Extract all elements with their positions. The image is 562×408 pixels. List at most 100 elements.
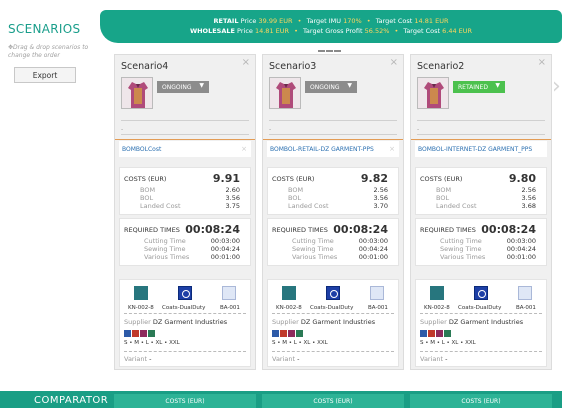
color-chips <box>272 330 304 337</box>
divider <box>115 139 255 140</box>
export-button[interactable]: Export <box>14 67 76 83</box>
color-chip <box>420 330 427 337</box>
description-value: - <box>269 126 272 133</box>
color-chip <box>124 330 131 337</box>
landed-cost-value: 3.68 <box>521 202 536 210</box>
retail-price: 39.99 EUR <box>258 17 293 25</box>
close-icon[interactable]: × <box>241 145 247 153</box>
material-label: BA-001 <box>220 305 240 311</box>
status-dropdown[interactable]: ONGOING ▼ <box>157 81 209 93</box>
cutting-time-label: Cutting Time <box>292 237 334 245</box>
material-label: BA-001 <box>368 305 388 311</box>
thread-swatch[interactable] <box>178 286 192 300</box>
divider <box>272 351 394 352</box>
carousel-pager[interactable] <box>318 46 344 52</box>
cost-model-link[interactable]: BOMBOL-INTERNET-DZ GARMENT_PPS <box>415 141 547 157</box>
retail-target-imu-label: Target IMU <box>306 17 342 25</box>
landed-cost-label: Landed Cost <box>288 202 329 210</box>
fabric-swatch[interactable] <box>430 286 444 300</box>
label-swatch[interactable] <box>518 286 532 300</box>
sewing-time-label: Sewing Time <box>292 245 334 253</box>
bom-value: 2.60 <box>225 186 240 194</box>
color-chip <box>436 330 443 337</box>
chevron-down-icon: ▼ <box>347 82 352 89</box>
divider <box>263 139 403 140</box>
divider <box>417 120 545 121</box>
cutting-time-value: 00:03:00 <box>358 237 388 245</box>
materials-box: KN-002-8 Coats-DualDuty BA-001 Supplier … <box>119 279 251 367</box>
supplier: Supplier DZ Garment Industries <box>124 318 228 326</box>
various-times-label: Various Times <box>292 253 338 261</box>
label-swatch[interactable] <box>370 286 384 300</box>
times-total: 00:08:24 <box>481 223 536 236</box>
material-label: Coats-DualDuty <box>310 305 354 311</box>
cost-model-link[interactable]: BOMBOL-RETAIL-DZ GARMENT-PPS × <box>267 141 399 157</box>
garment-thumbnail <box>269 77 301 109</box>
color-chip <box>280 330 287 337</box>
close-icon[interactable]: × <box>242 57 250 68</box>
status-dropdown[interactable]: RETAINED ▼ <box>453 81 505 93</box>
bol-value: 3.56 <box>225 194 240 202</box>
retail-target-cost-label: Target Cost <box>375 17 413 25</box>
divider <box>269 120 397 121</box>
cost-model-link[interactable]: BOMBOLCost × <box>119 141 251 157</box>
variant: Variant - <box>420 355 448 363</box>
scenario-name: Scenario2 <box>417 61 465 72</box>
various-times-label: Various Times <box>144 253 190 261</box>
bom-value: 2.56 <box>373 186 388 194</box>
fabric-swatch[interactable] <box>134 286 148 300</box>
times-label: REQUIRED TIMES <box>420 226 476 234</box>
bom-value: 2.56 <box>521 186 536 194</box>
landed-cost-value: 3.70 <box>373 202 388 210</box>
wholesale-target-cost: 6.44 EUR <box>442 27 473 35</box>
close-icon[interactable]: × <box>538 57 546 68</box>
status-dropdown[interactable]: ONGOING ▼ <box>305 81 357 93</box>
color-chips <box>124 330 156 337</box>
costs-label: COSTS (EUR) <box>420 175 463 183</box>
times-total: 00:08:24 <box>185 223 240 236</box>
close-icon[interactable]: × <box>389 145 395 153</box>
comparator-costs-tab[interactable]: COSTS (EUR) <box>114 394 256 408</box>
divider <box>124 313 246 314</box>
sewing-time-label: Sewing Time <box>144 245 186 253</box>
price-target-bar: RETAIL Price 39.99 EUR • Target IMU 170%… <box>100 10 562 43</box>
comparator-title[interactable]: COMPARATOR <box>34 395 108 406</box>
times-label: REQUIRED TIMES <box>124 226 180 234</box>
cutting-time-value: 00:03:00 <box>506 237 536 245</box>
material-label: KN-002-8 <box>276 305 302 311</box>
comparator-costs-tab[interactable]: COSTS (EUR) <box>410 394 552 408</box>
divider <box>121 120 249 121</box>
costs-label: COSTS (EUR) <box>272 175 315 183</box>
various-times-value: 00:01:00 <box>210 253 240 261</box>
size-range: S • M • L • XL • XXL <box>124 340 180 346</box>
comparator-costs-tab[interactable]: COSTS (EUR) <box>262 394 404 408</box>
costs-box: COSTS (EUR) 9.82 BOM 2.56 BOL 3.56 Landed … <box>267 167 399 215</box>
chevron-right-icon[interactable]: › <box>552 74 561 99</box>
color-chip <box>428 330 435 337</box>
fabric-swatch[interactable] <box>282 286 296 300</box>
supplier: Supplier DZ Garment Industries <box>272 318 376 326</box>
close-icon[interactable]: × <box>390 57 398 68</box>
thread-swatch[interactable] <box>326 286 340 300</box>
scenario-card[interactable]: Scenario4 × ONGOING ▼ - BOMBOLCost × COSTS… <box>114 54 256 370</box>
bol-label: BOL <box>436 194 450 202</box>
various-times-label: Various Times <box>440 253 486 261</box>
label-swatch[interactable] <box>222 286 236 300</box>
sewing-time-label: Sewing Time <box>440 245 482 253</box>
thread-swatch[interactable] <box>474 286 488 300</box>
scenario-card[interactable]: Scenario2 × RETAINED ▼ - BOMBOL-INTERNET-… <box>410 54 552 370</box>
material-label: Coats-DualDuty <box>162 305 206 311</box>
scenarios-sidebar: SCENARIOS ✥Drag & drop scenarios to chan… <box>0 0 110 390</box>
size-range: S • M • L • XL • XXL <box>420 340 476 346</box>
sewing-time-value: 00:04:24 <box>506 245 536 253</box>
chevron-down-icon: ▼ <box>199 82 204 89</box>
wholesale-target-gp: 56.52% <box>364 27 390 35</box>
landed-cost-label: Landed Cost <box>436 202 477 210</box>
color-chip <box>296 330 303 337</box>
retail-price-label: Price <box>240 17 257 25</box>
retail-target-imu: 170% <box>343 17 362 25</box>
costs-total: 9.82 <box>360 172 388 185</box>
scenario-card[interactable]: Scenario3 × ONGOING ▼ - BOMBOL-RETAIL-DZ … <box>262 54 404 370</box>
material-label: KN-002-8 <box>128 305 154 311</box>
retail-row: RETAIL Price 39.99 EUR • Target IMU 170%… <box>100 17 562 25</box>
